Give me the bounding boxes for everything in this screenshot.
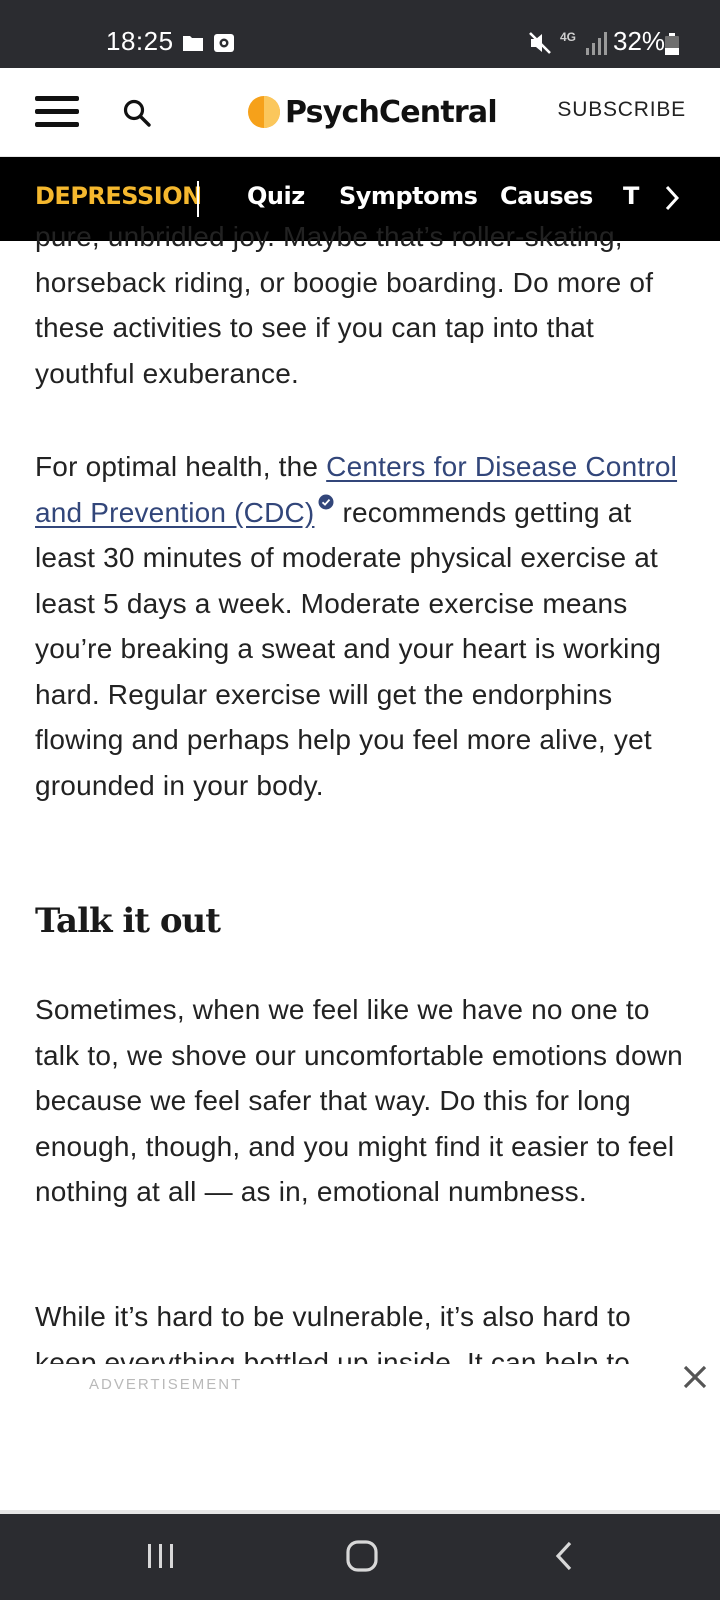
mute-icon [529,32,551,54]
system-nav-bar [0,1514,720,1600]
back-icon[interactable] [554,1540,574,1572]
site-header: PsychCentral SUBSCRIBE [0,68,720,157]
menu-icon[interactable] [35,96,79,128]
verified-check-icon [318,494,334,509]
ad-banner: ADVERTISEMENT [0,1364,720,1514]
status-time: 18:25 [106,26,174,56]
article-paragraph: pure, unbridled joy. Maybe that’s roller… [35,221,654,389]
article-paragraph: While it’s hard to be vulnerable, it’s a… [35,1301,631,1364]
network-type: 4G [560,30,577,44]
folder-icon [183,36,203,51]
paragraph-text: For optimal health, the [35,451,327,482]
article-body: pure, unbridled joy. Maybe that’s roller… [35,218,691,1364]
topic-divider [197,181,199,217]
section-heading: Talk it out [35,901,221,941]
topic-link-truncated[interactable]: T [623,182,639,210]
recents-icon[interactable] [146,1542,176,1570]
topic-link-quiz[interactable]: Quiz [247,182,305,210]
signal-icon [586,32,607,55]
close-icon[interactable] [682,1364,708,1390]
topic-link-causes[interactable]: Causes [500,182,593,210]
topic-link-symptoms[interactable]: Symptoms [339,182,478,210]
topic-depression[interactable]: DEPRESSION [35,182,202,210]
subscribe-link[interactable]: SUBSCRIBE [557,98,686,122]
battery-percent: 32% [613,26,666,56]
site-logo[interactable]: PsychCentral [247,90,498,134]
ad-label: ADVERTISEMENT [89,1376,243,1393]
brand-name: PsychCentral [285,94,498,130]
article-paragraph: Sometimes, when we feel like we have no … [35,994,683,1207]
screen-record-icon [214,34,234,52]
status-bar: 18:25 4G 32% [0,0,720,68]
search-icon[interactable] [122,98,152,128]
battery-icon [665,33,679,55]
article-paragraph: For optimal health, the Centers for Dise… [35,444,691,808]
home-icon[interactable] [346,1540,378,1572]
logo-icon [248,96,280,128]
chevron-right-icon[interactable] [662,183,682,213]
paragraph-text: recommends getting at least 30 minutes o… [35,496,662,801]
